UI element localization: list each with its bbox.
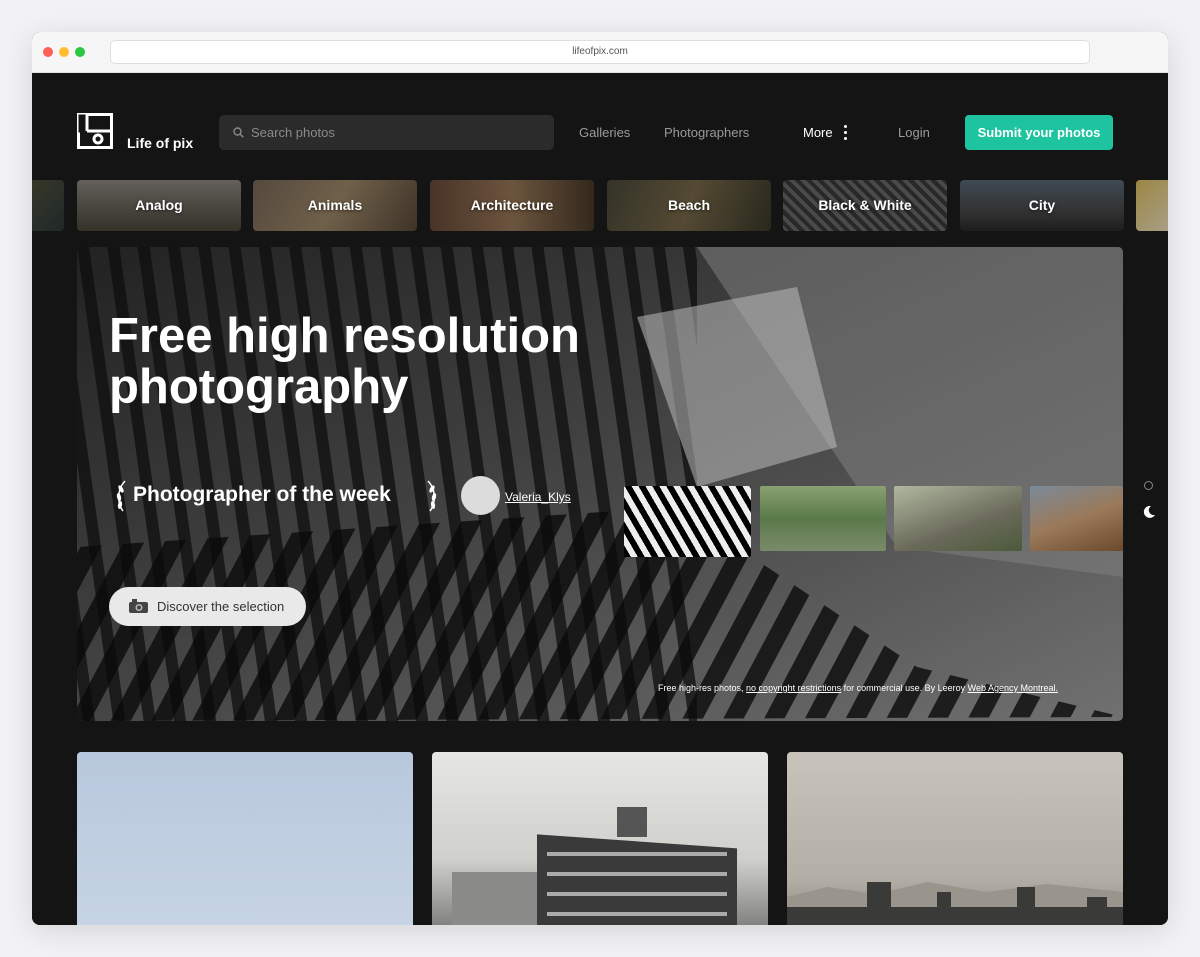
category-label: City [1028, 197, 1056, 213]
category-black-white[interactable]: Black & White [783, 180, 947, 231]
photographer-of-week-label: Photographer of the week [133, 483, 391, 506]
discover-selection-button[interactable]: Discover the selection [109, 587, 306, 626]
browser-window: lifeofpix.com Life of pix Galleries Phot… [32, 32, 1168, 925]
category-analog[interactable]: Analog [77, 180, 241, 231]
category-city[interactable]: City [960, 180, 1124, 231]
no-copyright-link[interactable]: no copyright restrictions [746, 683, 841, 693]
nav-login[interactable]: Login [898, 125, 930, 140]
photographer-avatar[interactable] [461, 476, 500, 515]
search-bar[interactable] [219, 115, 554, 150]
credit-text: Free high-res photos, no copyright restr… [658, 683, 1058, 693]
category-label: Beach [667, 197, 711, 213]
featured-thumbnail[interactable] [1030, 486, 1123, 551]
search-input[interactable] [251, 115, 546, 150]
nav-galleries[interactable]: Galleries [579, 125, 630, 140]
credit-prefix: Free high-res photos, [658, 683, 747, 693]
category-partial-left[interactable] [32, 180, 64, 231]
camera-icon [129, 599, 148, 613]
search-icon [233, 127, 244, 138]
moon-icon[interactable] [1142, 505, 1156, 519]
browser-chrome: lifeofpix.com [32, 32, 1168, 73]
hero-banner: Free high resolution photography Photogr… [77, 247, 1123, 721]
submit-photos-button[interactable]: Submit your photos [965, 115, 1113, 150]
laurel-right-icon [427, 480, 437, 512]
page: Life of pix Galleries Photographers More… [32, 73, 1168, 925]
hero-title: Free high resolution photography [109, 309, 580, 414]
credit-middle: for commercial use. By Leeroy [841, 683, 968, 693]
url-bar[interactable]: lifeofpix.com [110, 40, 1090, 64]
photo-card[interactable] [787, 752, 1123, 925]
featured-thumbnail[interactable] [624, 486, 751, 557]
category-beach[interactable]: Beach [607, 180, 771, 231]
logo-icon[interactable] [77, 113, 113, 149]
photo-card[interactable] [77, 752, 413, 925]
kebab-icon[interactable] [844, 125, 848, 141]
category-architecture[interactable]: Architecture [430, 180, 594, 231]
nav-photographers[interactable]: Photographers [664, 125, 749, 140]
category-label: Analog [135, 197, 183, 213]
minimize-window-button[interactable] [59, 47, 69, 57]
laurel-left-icon [116, 480, 126, 512]
close-window-button[interactable] [43, 47, 53, 57]
brand-name[interactable]: Life of pix [127, 135, 193, 151]
maximize-window-button[interactable] [75, 47, 85, 57]
web-agency-link[interactable]: Web Agency Montreal. [968, 683, 1058, 693]
category-label: Animals [307, 197, 363, 213]
nav-more[interactable]: More [803, 125, 833, 140]
building-photo [452, 807, 737, 925]
featured-thumbnail[interactable] [894, 486, 1022, 551]
category-label: Architecture [470, 197, 554, 213]
photographer-name-link[interactable]: Valeria_Klys [505, 490, 571, 504]
category-partial-right[interactable] [1136, 180, 1168, 231]
category-label: Black & White [818, 197, 912, 213]
light-mode-toggle[interactable] [1144, 481, 1153, 490]
photo-card[interactable] [432, 752, 768, 925]
featured-thumbnail[interactable] [760, 486, 886, 551]
skyline-photo [787, 882, 1123, 925]
discover-label: Discover the selection [157, 599, 285, 614]
category-animals[interactable]: Animals [253, 180, 417, 231]
